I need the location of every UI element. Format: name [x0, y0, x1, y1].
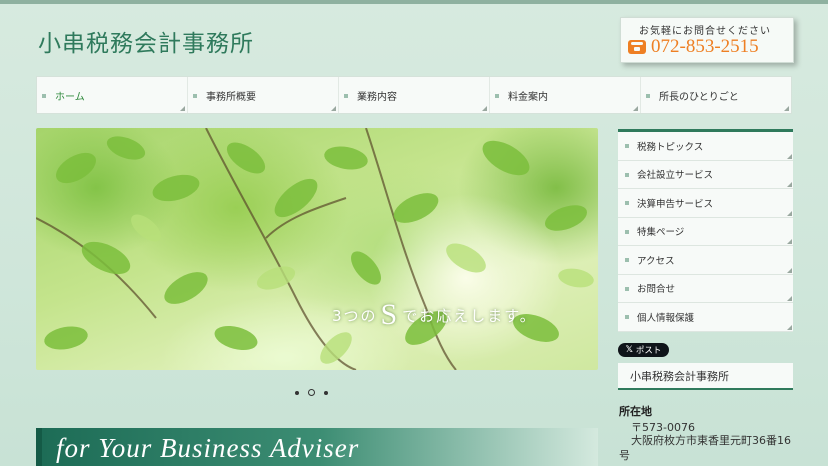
slider-dot-3[interactable]: [324, 390, 328, 395]
hero-caption-post: でお応えします。: [402, 307, 537, 325]
bullet-icon: [625, 286, 629, 291]
sidebar-item-company-setup[interactable]: 会社設立サービス: [618, 161, 793, 189]
nav-label: 料金案内: [508, 91, 548, 103]
sidebar-item-features[interactable]: 特集ページ: [618, 218, 793, 246]
bullet-icon: [42, 94, 46, 98]
hero-caption: 3つの S でお応えします。: [332, 298, 537, 332]
bullet-icon: [625, 144, 629, 148]
corner-triangle-icon: [784, 106, 789, 111]
office-name: 小串税務会計事務所: [630, 369, 729, 383]
contact-box[interactable]: お気軽にお問合せください 072-853-2515: [620, 17, 794, 63]
bullet-icon: [625, 315, 629, 319]
sidebar-item-label: 特集ページ: [637, 227, 685, 239]
main-nav: ホーム 事務所概要 業務内容 料金案内 所長のひとりごと: [36, 76, 792, 114]
corner-triangle-icon: [787, 182, 792, 187]
slider-dot-1[interactable]: [295, 390, 299, 395]
nav-item-services[interactable]: 業務内容: [339, 77, 490, 113]
bullet-icon: [625, 229, 629, 234]
nav-label: 所長のひとりごと: [659, 91, 739, 103]
corner-triangle-icon: [787, 267, 792, 273]
corner-triangle-icon: [331, 106, 336, 111]
tagline-banner: for Your Business Adviser: [36, 428, 598, 466]
x-post-label: ポスト: [635, 346, 662, 356]
address-text: 大阪府枚方市東香里元町36番16号: [619, 434, 791, 462]
nav-label: ホーム: [55, 91, 85, 103]
bullet-icon: [625, 201, 629, 205]
slider-dot-2[interactable]: [308, 389, 315, 396]
nav-label: 業務内容: [357, 91, 397, 103]
tagline-text: for Your Business Adviser: [56, 433, 360, 463]
sidebar-item-tax-return[interactable]: 決算申告サービス: [618, 189, 793, 218]
sidebar-item-label: お問合せ: [637, 284, 676, 296]
bullet-icon: [625, 258, 629, 262]
sidebar-item-access[interactable]: アクセス: [618, 246, 793, 275]
nav-item-office-overview[interactable]: 事務所概要: [188, 77, 339, 113]
x-logo-icon: 𝕏: [625, 345, 633, 355]
sidebar-item-contact[interactable]: お問合せ: [618, 275, 793, 303]
nav-label: 事務所概要: [206, 91, 256, 103]
hero-slider-image[interactable]: 3つの S でお応えします。: [36, 128, 598, 370]
bullet-icon: [344, 94, 348, 98]
hero-caption-big: S: [380, 298, 400, 331]
x-post-button[interactable]: 𝕏 ポスト: [618, 343, 669, 357]
office-name-box: 小串税務会計事務所: [618, 363, 793, 390]
bullet-icon: [193, 94, 197, 98]
sidebar-item-label: 個人情報保護: [637, 312, 695, 324]
bullet-icon: [646, 94, 650, 98]
leaves-illustration: [36, 128, 594, 370]
sidebar-item-privacy[interactable]: 個人情報保護: [618, 303, 793, 332]
contact-caption: お気軽にお問合せください: [639, 26, 771, 37]
sidebar-item-label: 会社設立サービス: [637, 170, 714, 182]
sidebar-menu: 税務トピックス 会社設立サービス 決算申告サービス 特集ページ アクセス お問合…: [618, 129, 793, 332]
sidebar-item-label: 決算申告サービス: [637, 198, 714, 210]
site-title[interactable]: 小串税務会計事務所: [38, 24, 254, 58]
corner-triangle-icon: [787, 153, 792, 159]
bullet-icon: [495, 94, 499, 98]
phone-number[interactable]: 072-853-2515: [651, 36, 759, 58]
hero-caption-pre: 3つの: [332, 307, 378, 325]
sidebar-item-label: 税務トピックス: [637, 141, 704, 153]
nav-item-home[interactable]: ホーム: [37, 77, 188, 113]
corner-triangle-icon: [633, 106, 638, 111]
phone-icon: [628, 40, 646, 54]
corner-triangle-icon: [787, 296, 792, 301]
corner-triangle-icon: [787, 239, 792, 244]
corner-triangle-icon: [180, 106, 185, 111]
nav-item-pricing[interactable]: 料金案内: [490, 77, 641, 113]
top-accent-bar: [0, 0, 828, 4]
bullet-icon: [625, 172, 629, 177]
corner-triangle-icon: [482, 106, 487, 111]
sidebar-item-label: アクセス: [637, 255, 675, 267]
nav-item-director-blog[interactable]: 所長のひとりごと: [641, 77, 791, 113]
slider-dots: [295, 389, 328, 396]
corner-triangle-icon: [787, 324, 792, 330]
corner-triangle-icon: [787, 210, 792, 216]
sidebar-item-tax-topics[interactable]: 税務トピックス: [618, 132, 793, 161]
address-heading: 所在地: [619, 405, 652, 418]
